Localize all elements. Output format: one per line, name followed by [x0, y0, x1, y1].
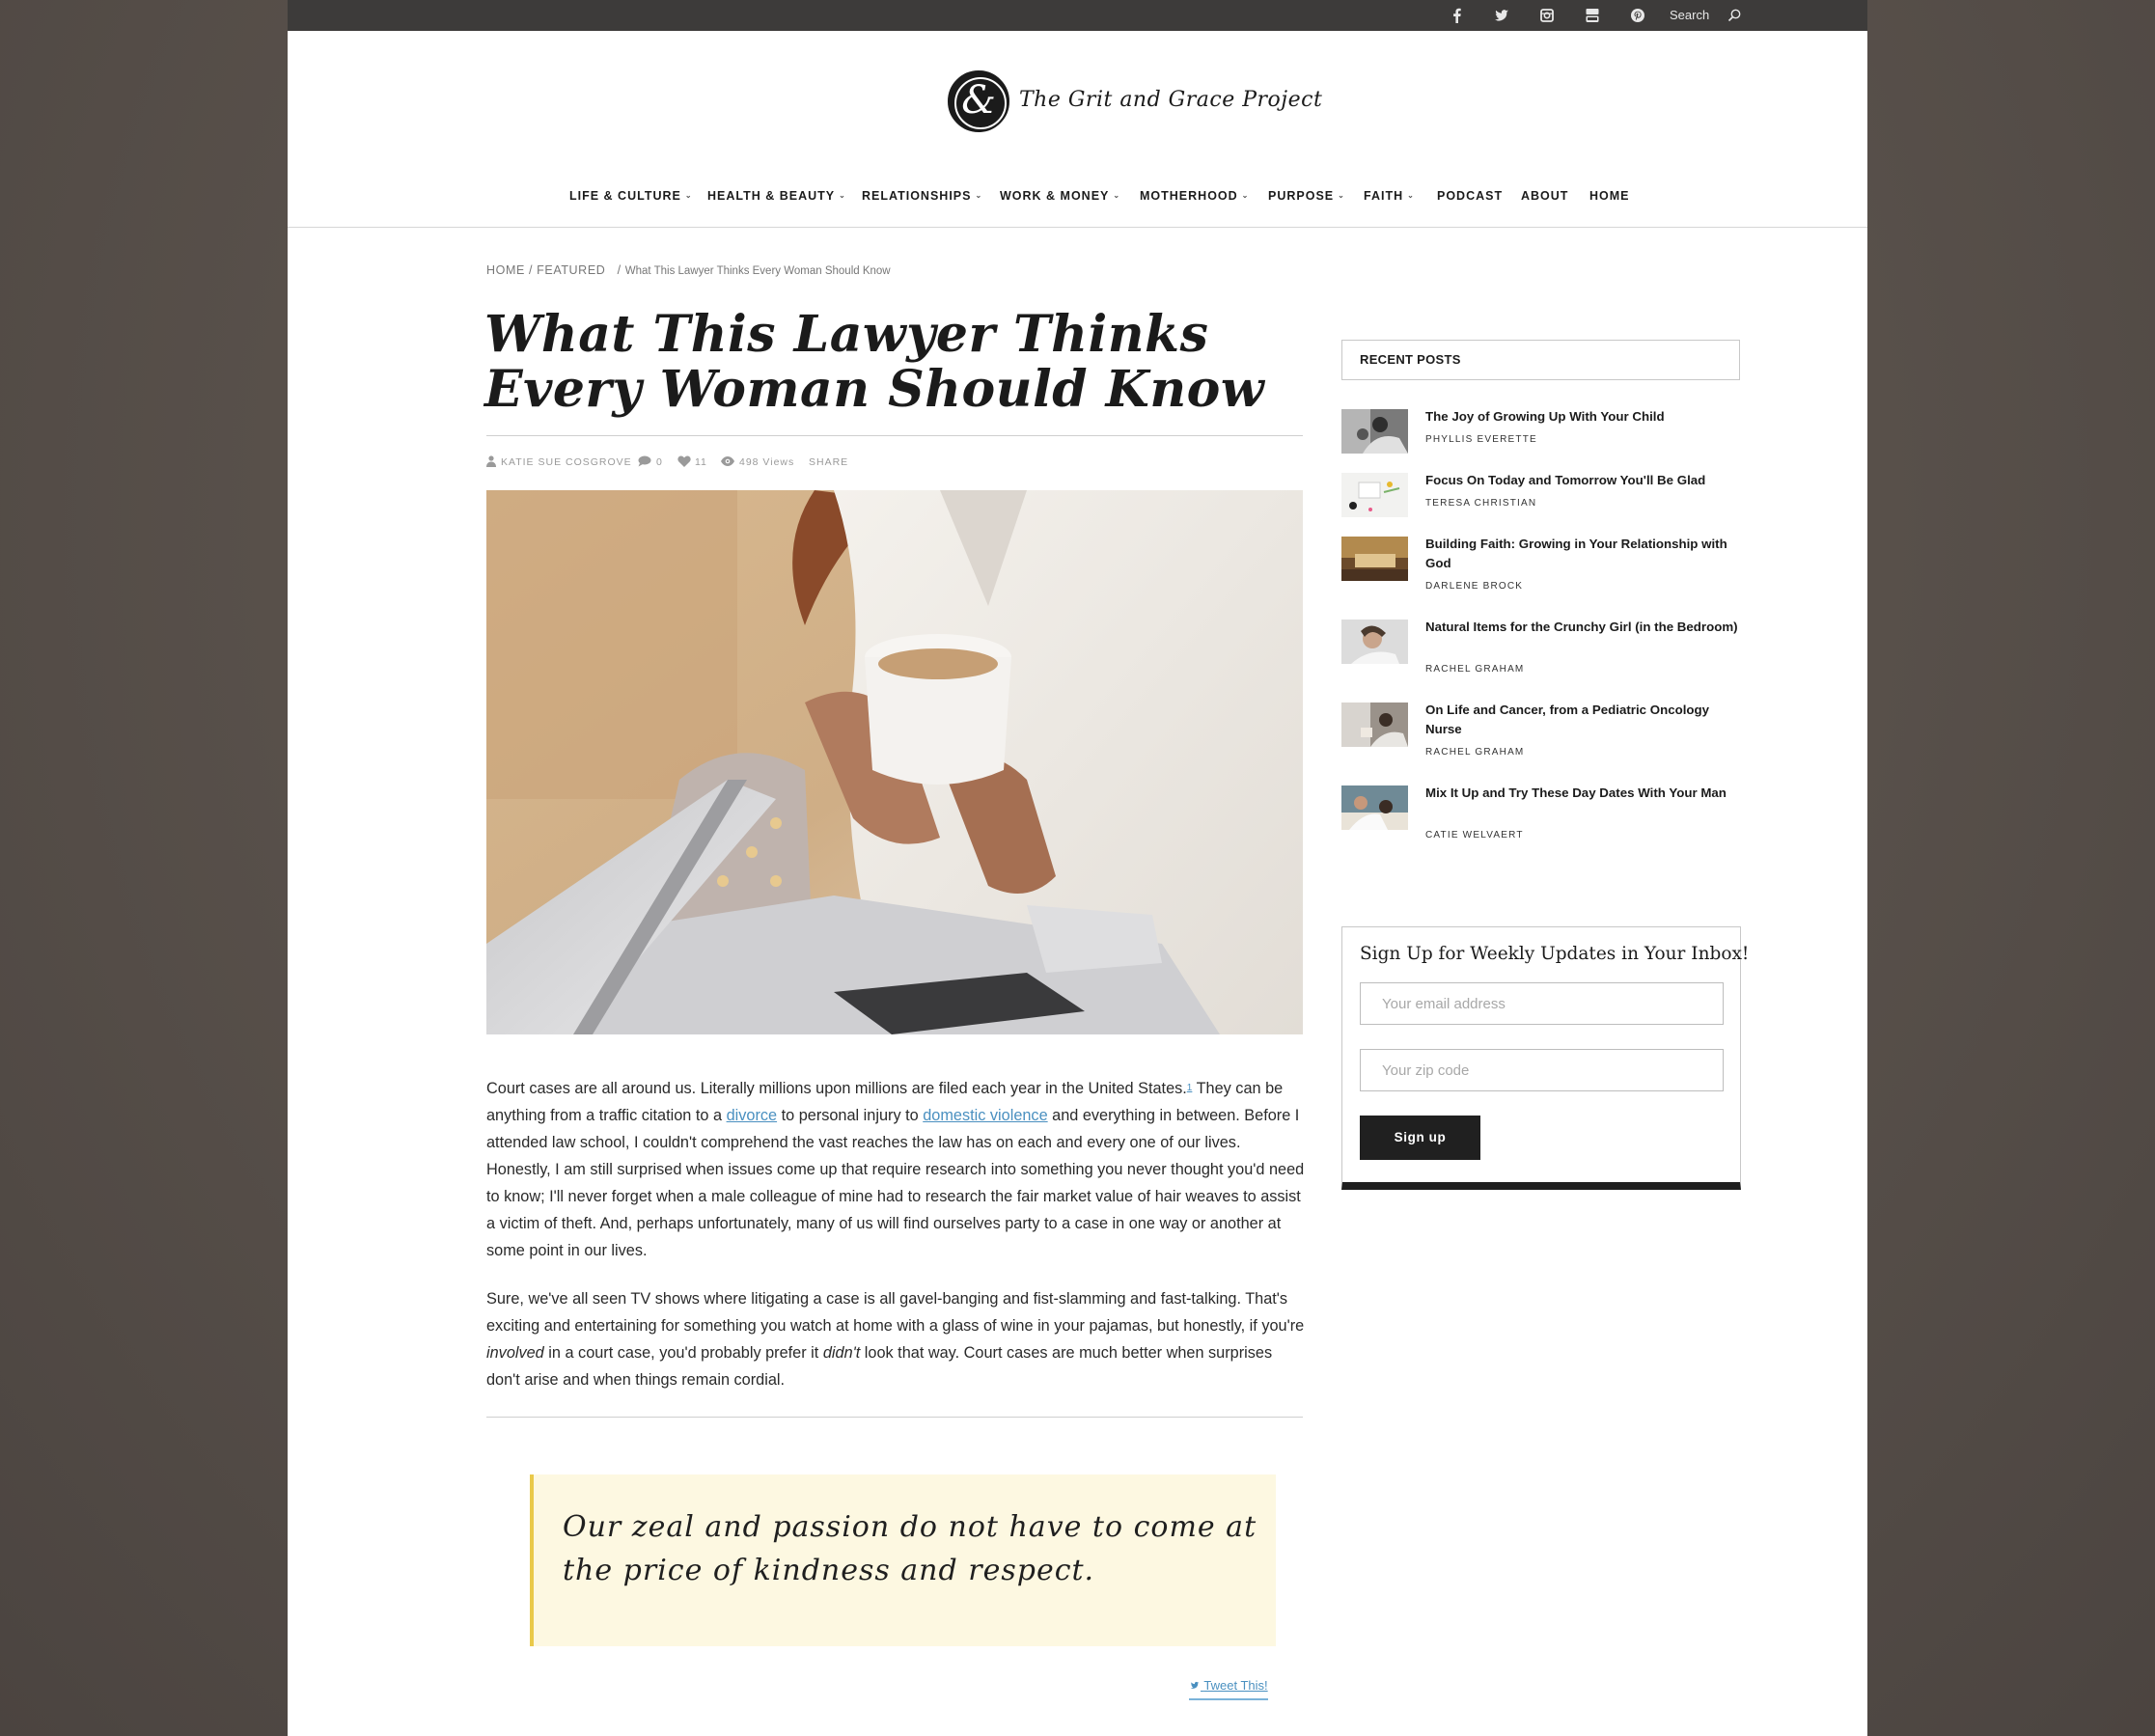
post-author: RACHEL GRAHAM — [1425, 664, 1525, 675]
signup-heading: Sign Up for Weekly Updates in Your Inbox… — [1360, 944, 1750, 964]
content-divider — [486, 1417, 1303, 1418]
post-title[interactable]: Natural Items for the Crunchy Girl (in t… — [1425, 618, 1744, 637]
post-title[interactable]: Building Faith: Growing in Your Relation… — [1425, 535, 1744, 573]
post-author: PHYLLIS EVERETTE — [1425, 434, 1537, 445]
comment-count[interactable]: 0 — [656, 455, 663, 470]
page: Search & The Grit and Grace Project LIFE… — [288, 0, 1867, 1736]
site-logo[interactable]: & The Grit and Grace Project — [948, 70, 1322, 136]
article-title: What This Lawyer Thinks Every Woman Shou… — [484, 305, 1265, 419]
author-name[interactable]: KATIE SUE COSGROVE — [501, 455, 632, 470]
chevron-down-icon: ⌄ — [1113, 191, 1121, 200]
post-author: DARLENE BROCK — [1425, 581, 1524, 592]
breadcrumb-separator: / — [609, 263, 625, 277]
chevron-down-icon: ⌄ — [1338, 191, 1345, 200]
pinterest-icon[interactable] — [1629, 7, 1646, 24]
post-author: TERESA CHRISTIAN — [1425, 498, 1537, 509]
post-title[interactable]: Mix It Up and Try These Day Dates With Y… — [1425, 784, 1744, 803]
sign-up-button[interactable]: Sign up — [1360, 1116, 1480, 1160]
post-thumbnail[interactable] — [1341, 473, 1408, 517]
post-title[interactable]: Focus On Today and Tomorrow You'll Be Gl… — [1425, 471, 1744, 490]
youtube-icon[interactable] — [1584, 7, 1601, 24]
share-link[interactable]: SHARE — [809, 455, 848, 470]
eye-icon — [721, 455, 734, 470]
post-title[interactable]: The Joy of Growing Up With Your Child — [1425, 407, 1744, 427]
nav-item-health-beauty[interactable]: HEALTH & BEAUTY ⌄ — [707, 189, 846, 203]
post-thumbnail[interactable] — [1341, 785, 1408, 830]
post-title[interactable]: On Life and Cancer, from a Pediatric Onc… — [1425, 701, 1744, 739]
like-count: 11 — [695, 456, 707, 468]
chevron-down-icon: ⌄ — [975, 191, 983, 200]
breadcrumb-separator: / — [528, 263, 538, 277]
post-thumbnail[interactable] — [1341, 703, 1408, 747]
nav-item-work-money[interactable]: WORK & MONEY ⌄ — [1000, 189, 1120, 203]
facebook-icon[interactable] — [1449, 7, 1466, 24]
nav-item-home[interactable]: HOME — [1589, 189, 1630, 203]
author-icon — [486, 455, 496, 470]
nav-item-life-culture[interactable]: LIFE & CULTURE ⌄ — [569, 189, 693, 203]
newsletter-signup: Sign Up for Weekly Updates in Your Inbox… — [1341, 926, 1749, 1190]
nav-item-podcast[interactable]: PODCAST — [1437, 189, 1503, 203]
post-author: CATIE WELVAERT — [1425, 830, 1524, 840]
post-thumbnail[interactable] — [1341, 409, 1408, 454]
chevron-down-icon: ⌄ — [1407, 191, 1415, 200]
instagram-icon[interactable] — [1538, 7, 1556, 24]
twitter-icon — [1190, 1681, 1200, 1689]
comment-icon[interactable] — [638, 455, 651, 470]
link-domestic-violence[interactable]: domestic violence — [923, 1107, 1047, 1124]
pull-quote-text: Our zeal and passion do not have to come… — [563, 1510, 1257, 1587]
recent-posts-heading: RECENT POSTS — [1341, 340, 1740, 380]
breadcrumb-current: What This Lawyer Thinks Every Woman Shou… — [624, 265, 891, 277]
breadcrumb-home[interactable]: HOME — [486, 263, 525, 277]
nav-item-about[interactable]: ABOUT — [1521, 189, 1568, 203]
logo-monogram: & — [961, 78, 996, 123]
chevron-down-icon: ⌄ — [1241, 191, 1250, 200]
link-divorce[interactable]: divorce — [727, 1107, 778, 1124]
view-count: 498 Views — [739, 456, 795, 468]
breadcrumb: HOME / FEATURED / What This Lawyer Think… — [486, 263, 891, 277]
nav-item-motherhood[interactable]: MOTHERHOOD ⌄ — [1140, 189, 1249, 203]
article-paragraph-2: Sure, we've all seen TV shows where liti… — [486, 1290, 1305, 1389]
title-divider — [486, 435, 1303, 436]
post-thumbnail[interactable] — [1341, 620, 1408, 664]
heart-icon[interactable] — [677, 455, 691, 470]
nav-item-purpose[interactable]: PURPOSE ⌄ — [1268, 189, 1345, 203]
nav-item-faith[interactable]: FAITH ⌄ — [1364, 189, 1415, 203]
nav-divider — [288, 227, 1867, 228]
pull-quote: Our zeal and passion do not have to come… — [530, 1474, 1276, 1646]
tweet-this-link[interactable]: Tweet This! — [1189, 1678, 1268, 1700]
chevron-down-icon: ⌄ — [684, 191, 693, 200]
search-icon[interactable] — [1727, 8, 1742, 23]
top-bar: Search — [288, 0, 1867, 31]
post-author: RACHEL GRAHAM — [1425, 747, 1525, 758]
nav-item-relationships[interactable]: RELATIONSHIPS ⌄ — [862, 189, 982, 203]
chevron-down-icon: ⌄ — [839, 191, 846, 200]
logo-wordmark: The Grit and Grace Project — [1019, 88, 1323, 112]
breadcrumb-featured[interactable]: FEATURED — [537, 263, 605, 277]
article-hero-image — [486, 490, 1303, 1034]
zip-code-field[interactable] — [1360, 1049, 1724, 1091]
post-thumbnail[interactable] — [1341, 537, 1408, 581]
main-nav: LIFE & CULTURE ⌄ HEALTH & BEAUTY ⌄ RELATIO… — [288, 189, 1867, 203]
twitter-icon[interactable] — [1493, 7, 1510, 24]
article-paragraph-1: Court cases are all around us. Literally… — [486, 1080, 1305, 1259]
search-label[interactable]: Search — [1670, 7, 1709, 24]
email-field[interactable] — [1360, 982, 1724, 1025]
